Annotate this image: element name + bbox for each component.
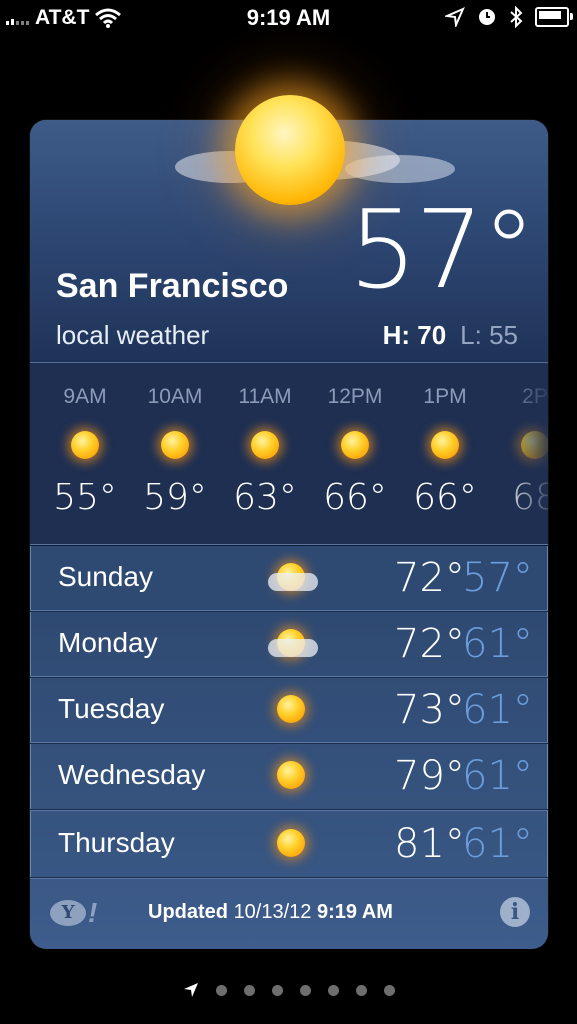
day-high: 72° — [394, 621, 465, 667]
hour-label: 10AM — [147, 385, 203, 408]
hourly-item: 1PM 66° — [400, 363, 490, 518]
hourly-forecast[interactable]: 9AM 55° 10AM 59° 11AM 63° 12PM 66° 1PM 6… — [30, 362, 548, 546]
day-low: 61° — [462, 621, 533, 667]
city-name: San Francisco — [56, 267, 289, 305]
status-right — [445, 6, 573, 28]
day-low: 61° — [462, 687, 533, 733]
hour-temp: 59° — [143, 477, 207, 518]
battery-icon — [535, 7, 573, 27]
current-temperature: 57° — [348, 188, 536, 313]
updated-text: Updated 10/13/12 9:19 AM — [148, 901, 393, 924]
hour-label: 9AM — [63, 385, 107, 408]
day-high: 73° — [394, 687, 465, 733]
yahoo-y-icon: Y — [50, 900, 86, 926]
hour-temp: 55° — [53, 477, 117, 518]
low-temp: L: 55 — [460, 320, 518, 350]
day-high: 79° — [394, 753, 465, 799]
location-subtitle: local weather — [56, 320, 210, 350]
daily-row: Tuesday 73° 61° — [30, 676, 548, 744]
weather-card[interactable]: San Francisco local weather 57° H: 70 L: … — [30, 95, 548, 949]
sun-icon — [341, 431, 369, 459]
page-dot[interactable] — [327, 984, 339, 996]
info-button[interactable]: i — [500, 897, 530, 927]
alarm-clock-icon — [479, 9, 495, 25]
hour-temp: 63° — [233, 477, 297, 518]
day-name: Monday — [58, 627, 158, 658]
day-high: 81° — [394, 821, 465, 867]
page-indicator[interactable] — [0, 982, 577, 998]
bluetooth-icon — [510, 6, 523, 28]
day-name: Tuesday — [58, 693, 165, 724]
high-low: H: 70 L: 55 — [383, 320, 518, 351]
scroll-fade — [498, 363, 548, 545]
hourly-item: 11AM 63° — [220, 363, 310, 518]
sun-icon — [161, 431, 189, 459]
day-name: Wednesday — [58, 759, 206, 790]
hour-label: 1PM — [423, 385, 467, 408]
updated-time: 9:19 AM — [316, 901, 393, 923]
status-bar: AT&T 9:19 AM — [0, 0, 577, 36]
weather-footer: Y ! Updated 10/13/12 9:19 AM i — [30, 878, 548, 949]
sun-icon — [251, 431, 279, 459]
hourly-item: 9AM 55° — [40, 363, 130, 518]
hourly-item: 12PM 66° — [310, 363, 400, 518]
hour-temp: 66° — [413, 477, 477, 518]
cloud-icon — [268, 573, 318, 591]
sun-icon — [277, 761, 305, 789]
location-arrow-icon — [183, 983, 198, 997]
page-dot[interactable] — [383, 984, 395, 996]
sun-icon — [71, 431, 99, 459]
page-dot[interactable] — [299, 984, 311, 996]
location-arrow-icon — [445, 7, 465, 27]
yahoo-logo-button[interactable]: Y ! — [50, 897, 97, 929]
day-low: 61° — [462, 821, 533, 867]
hour-label: 11AM — [238, 385, 292, 408]
sun-icon — [277, 829, 305, 857]
cloud-icon — [268, 639, 318, 657]
sun-icon — [431, 431, 459, 459]
day-name: Thursday — [58, 827, 175, 858]
day-name: Sunday — [58, 561, 153, 592]
page-dot[interactable] — [271, 984, 283, 996]
high-temp: H: 70 — [382, 320, 447, 350]
page-dot[interactable] — [215, 984, 227, 996]
day-high: 72° — [394, 555, 465, 601]
daily-row: Monday 72° 61° — [30, 610, 548, 678]
updated-label: Updated — [148, 901, 228, 923]
page-dot[interactable] — [355, 984, 367, 996]
weather-header: San Francisco local weather 57° H: 70 L: … — [30, 95, 548, 362]
hour-label: 12PM — [327, 385, 383, 408]
day-low: 61° — [462, 753, 533, 799]
daily-row: Wednesday 79° 61° — [30, 742, 548, 810]
daily-row: Thursday 81° 61° — [30, 810, 548, 878]
page-dot[interactable] — [243, 984, 255, 996]
daily-row: Sunday 72° 57° — [30, 544, 548, 612]
current-sun-icon — [235, 95, 345, 205]
hour-temp: 66° — [323, 477, 387, 518]
hourly-item: 10AM 59° — [130, 363, 220, 518]
yahoo-bang: ! — [88, 897, 98, 928]
updated-date: 10/13/12 — [233, 901, 312, 923]
day-low: 57° — [462, 555, 533, 601]
sun-icon — [277, 695, 305, 723]
